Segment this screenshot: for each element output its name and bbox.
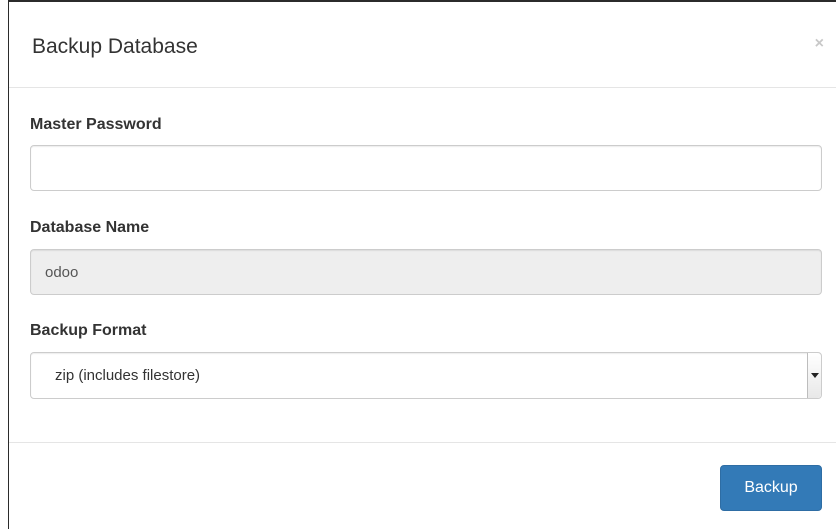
database-name-label: Database Name	[30, 219, 150, 236]
database-name-field	[30, 249, 822, 295]
dialog-footer: Backup	[9, 442, 836, 529]
backup-format-select[interactable]: zip (includes filestore)	[30, 352, 822, 399]
select-dropdown-arrow[interactable]	[807, 353, 821, 398]
dialog-body: Master Password Database Name Backup For…	[9, 89, 836, 443]
master-password-label: Master Password	[30, 116, 162, 133]
backup-button[interactable]: Backup	[720, 465, 822, 511]
backup-format-selected-value: zip (includes filestore)	[55, 367, 201, 384]
master-password-input[interactable]	[30, 145, 822, 191]
backup-database-dialog: Backup Database × Master Password Databa…	[8, 0, 836, 529]
close-icon[interactable]: ×	[815, 35, 824, 53]
dialog-title: Backup Database	[32, 35, 198, 58]
dialog-header: Backup Database ×	[9, 1, 836, 88]
backup-format-label: Backup Format	[30, 322, 147, 339]
chevron-down-icon	[811, 373, 819, 378]
